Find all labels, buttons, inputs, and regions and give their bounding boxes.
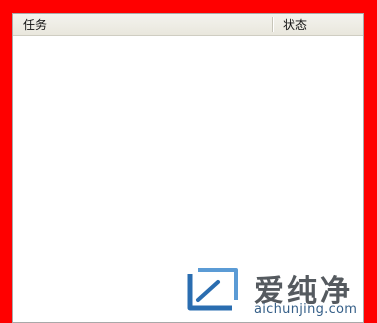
- column-header-task[interactable]: 任务: [13, 14, 274, 35]
- list-body[interactable]: [13, 36, 363, 322]
- column-header-status-label: 状态: [283, 18, 308, 32]
- task-list-view[interactable]: 任务 状态: [12, 13, 364, 323]
- list-header: 任务 状态: [13, 14, 363, 36]
- column-header-status[interactable]: 状态: [274, 14, 363, 35]
- column-header-task-label: 任务: [23, 18, 48, 32]
